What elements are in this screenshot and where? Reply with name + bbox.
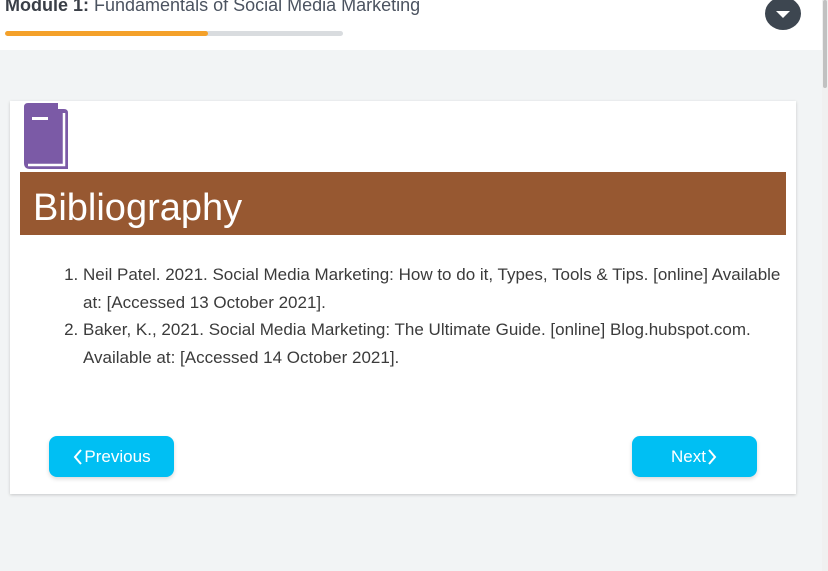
top-bar: Module 1: Fundamentals of Social Media M…	[0, 0, 822, 50]
progress-fill	[5, 31, 208, 36]
reference-item: Neil Patel. 2021. Social Media Marketing…	[83, 261, 803, 316]
bibliography-list: Neil Patel. 2021. Social Media Marketing…	[63, 261, 803, 371]
previous-button[interactable]: Previous	[49, 436, 174, 477]
previous-label: Previous	[84, 446, 151, 466]
content-card: Bibliography Neil Patel. 2021. Social Me…	[10, 101, 796, 494]
heading-band: Bibliography	[20, 172, 786, 235]
scrollbar-thumb[interactable]	[823, 0, 827, 88]
module-prefix: Module 1:	[5, 0, 89, 15]
module-menu-button[interactable]	[765, 0, 801, 30]
book-icon	[24, 103, 68, 169]
page-title: Bibliography	[33, 187, 243, 229]
chevron-left-icon	[74, 448, 83, 465]
chevron-down-icon	[776, 11, 790, 18]
chevron-right-icon	[708, 448, 717, 465]
progress-bar	[5, 31, 343, 36]
module-name: Fundamentals of Social Media Marketing	[89, 0, 421, 15]
scrollbar[interactable]	[822, 0, 828, 571]
reference-item: Baker, K., 2021. Social Media Marketing:…	[83, 316, 803, 371]
module-title: Module 1: Fundamentals of Social Media M…	[5, 0, 420, 16]
next-label: Next	[671, 446, 706, 466]
next-button[interactable]: Next	[632, 436, 757, 477]
